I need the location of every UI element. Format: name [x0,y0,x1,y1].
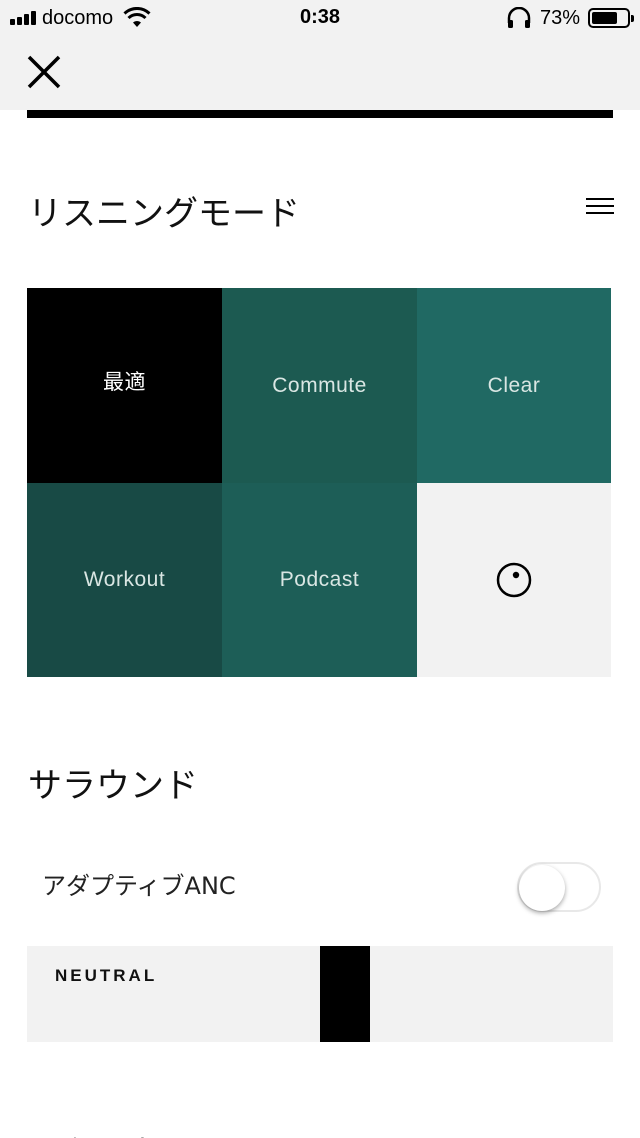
mode-label: Podcast [279,568,360,591]
battery-percent: 73% [539,6,580,29]
mode-tile-optimal[interactable]: 最適 [27,288,222,483]
target-add-icon [496,562,532,598]
status-bar: docomo 0:38 73% [0,0,640,36]
app-header [0,36,640,110]
slider-thumb[interactable] [320,946,370,1042]
progress-divider [27,110,613,118]
neutral-slider[interactable]: NEUTRAL [27,946,613,1042]
mode-label: Commute [272,373,367,397]
adaptive-anc-toggle[interactable] [517,862,601,912]
mode-tile-commute[interactable]: Commute [222,288,417,483]
mode-label: Workout [83,568,166,591]
mode-tile-clear[interactable]: Clear [417,288,611,483]
status-right: 73% [506,6,634,30]
toggle-knob[interactable] [519,865,565,911]
mode-label: 最適 [103,371,146,394]
mode-tile-podcast[interactable]: Podcast [222,483,417,677]
battery-icon [588,8,634,28]
slider-label: NEUTRAL [55,966,158,985]
listening-mode-title: リスニングモード [28,194,300,234]
mode-tile-add[interactable] [417,483,611,677]
mode-label: Clear [487,373,541,397]
menu-icon[interactable] [586,198,614,220]
mode-grid: 最適 Commute Clear Workout Podcast [27,288,611,677]
battery-fill [592,12,617,24]
surround-title: サラウンド [28,766,198,806]
mode-tile-workout[interactable]: Workout [27,483,222,677]
close-icon[interactable] [24,52,64,92]
adaptive-anc-label: アダプティブANC [42,872,236,900]
headphone-icon [507,7,531,28]
next-section-title: イ 組間土 [28,1128,158,1138]
